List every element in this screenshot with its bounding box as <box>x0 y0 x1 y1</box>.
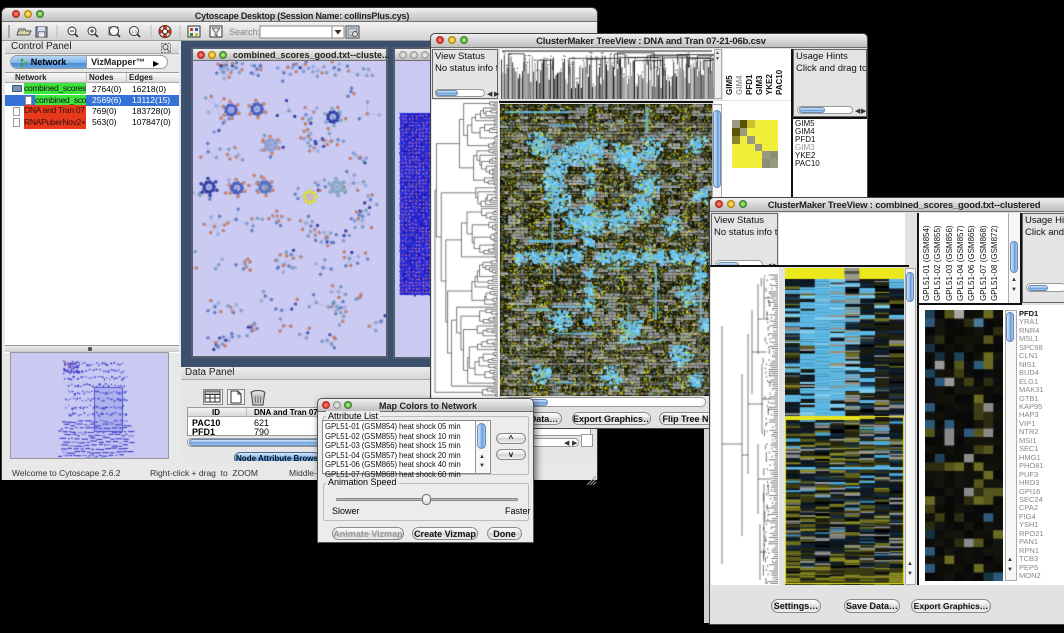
svg-text:Search:: Search: <box>229 27 260 37</box>
svg-text:1:1: 1:1 <box>132 29 138 34</box>
